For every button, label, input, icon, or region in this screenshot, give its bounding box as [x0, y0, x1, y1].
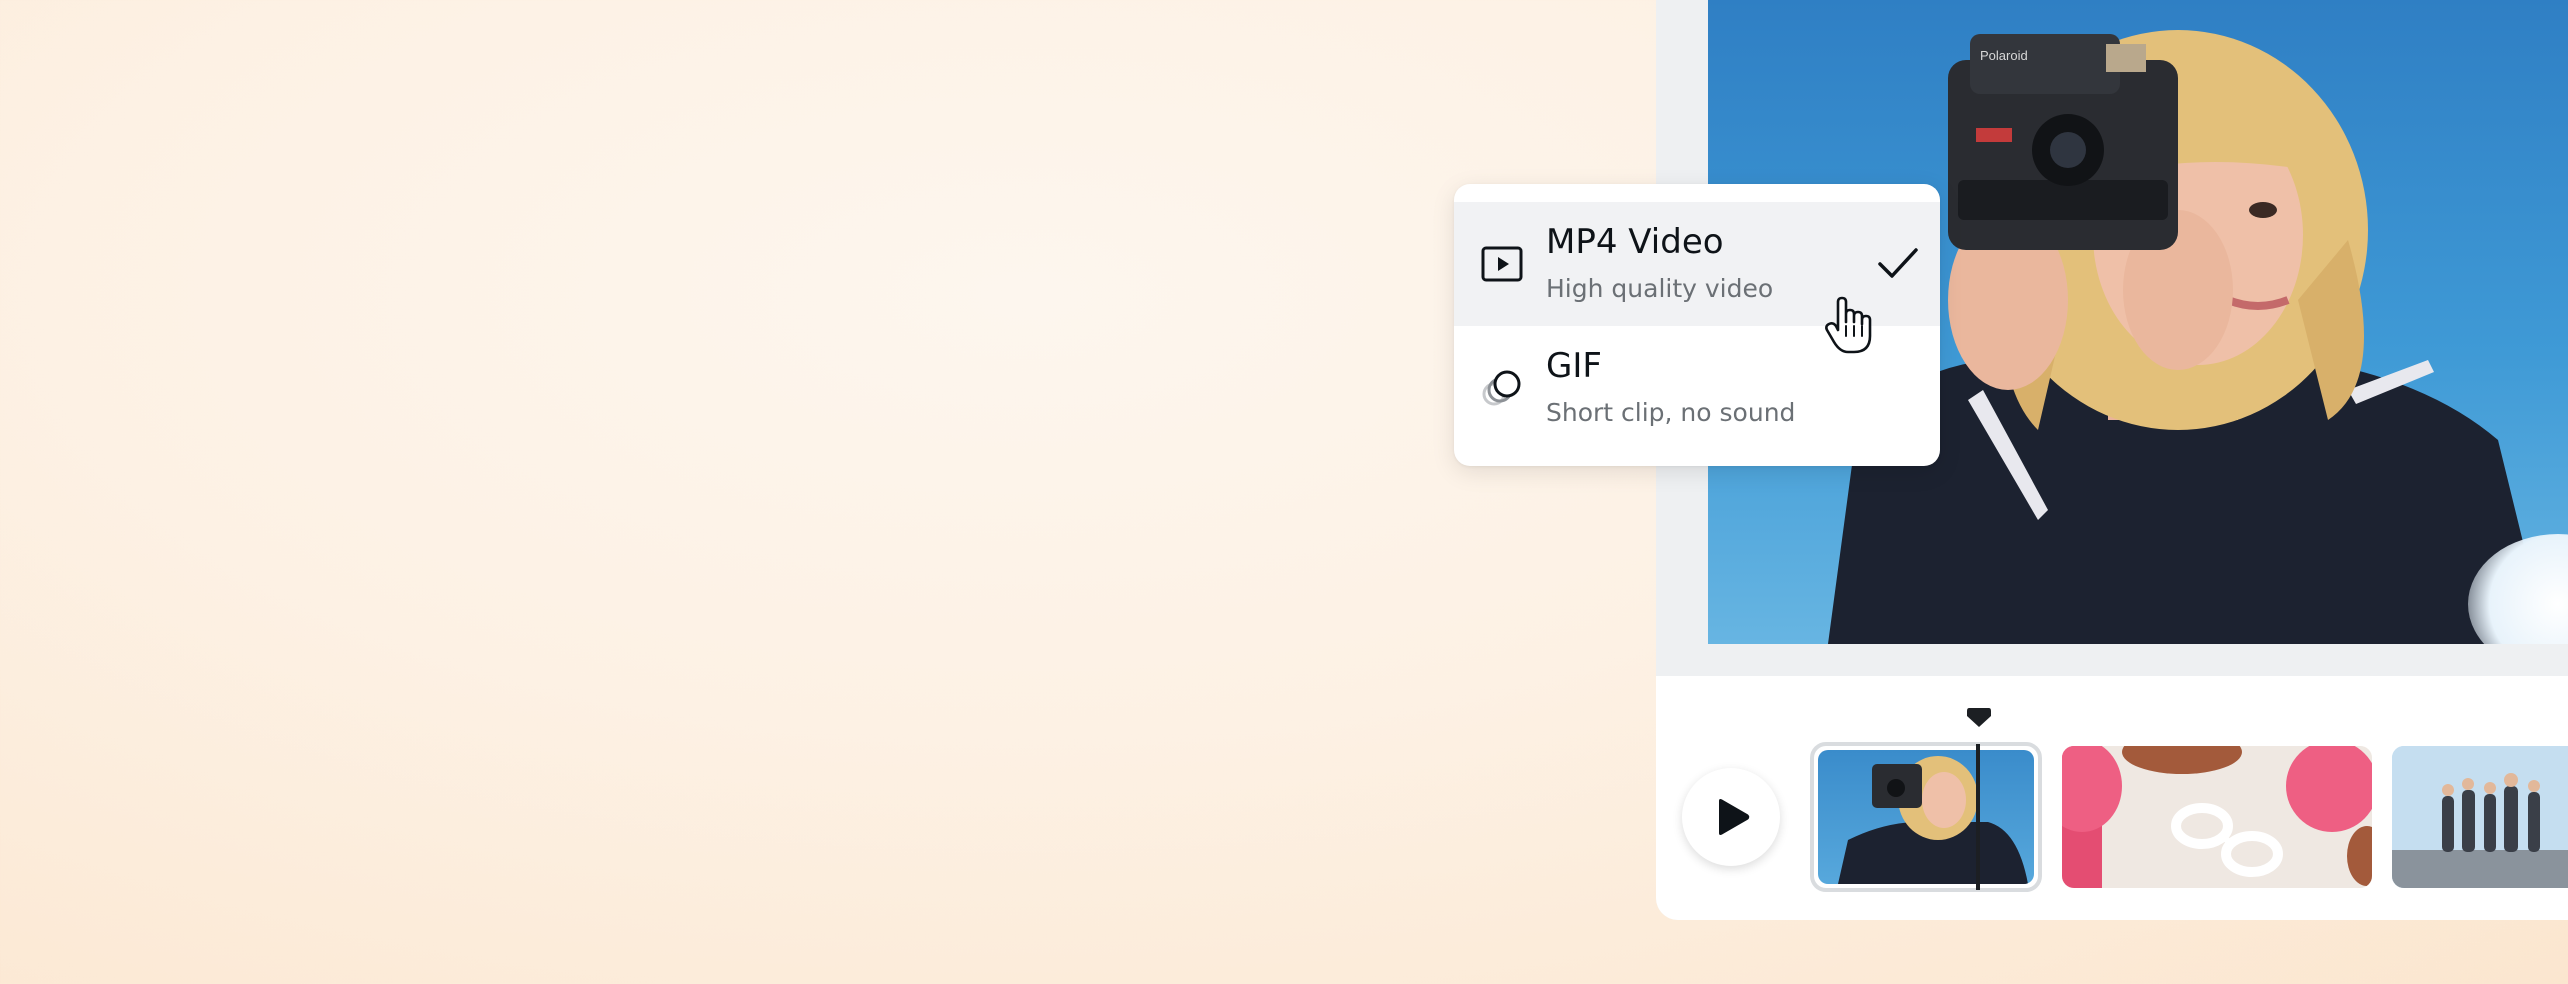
- clip-2-image: [2062, 746, 2372, 888]
- clip-3-image: [2392, 746, 2568, 888]
- checkmark-icon: [1878, 248, 1918, 278]
- playhead-line[interactable]: [1976, 744, 1980, 890]
- option-subtitle: High quality video: [1546, 274, 1774, 303]
- play-icon: [1719, 799, 1750, 835]
- playhead-handle-icon[interactable]: [1966, 706, 1992, 728]
- hand-pointer-icon: [1825, 296, 1872, 354]
- play-button[interactable]: [1682, 768, 1780, 866]
- clip-1-image: [1838, 756, 2028, 884]
- camera-brand-text: Polaroid: [1980, 48, 2028, 63]
- timeline-clip-1[interactable]: [1810, 742, 2042, 892]
- gif-circles-icon: [1482, 370, 1521, 406]
- option-title: MP4 Video: [1546, 222, 1724, 262]
- play-square-icon: [1481, 246, 1523, 282]
- timeline-clip-3[interactable]: [2392, 746, 2568, 888]
- timeline-clip-2[interactable]: [2062, 746, 2372, 888]
- option-title: GIF: [1546, 346, 1602, 386]
- clip-thumbnail: [1818, 750, 2034, 884]
- option-subtitle: Short clip, no sound: [1546, 398, 1796, 427]
